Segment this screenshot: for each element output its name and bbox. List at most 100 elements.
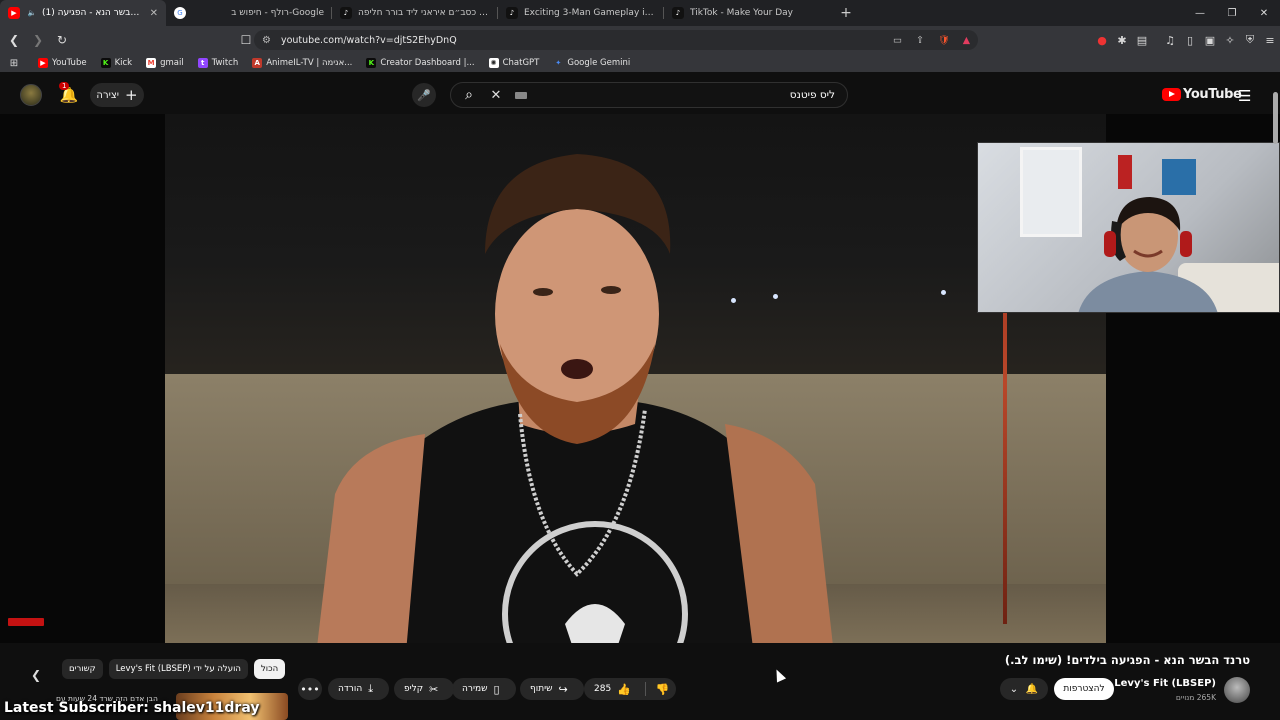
bookmark-label: AnimeIL-TV | אנימה... [266, 58, 353, 68]
share-icon[interactable]: ⇪ [916, 35, 924, 46]
back-icon[interactable]: ❮ [4, 30, 24, 50]
bookmark-label: Creator Dashboard |... [380, 58, 475, 68]
download-icon: ⤓ [368, 682, 374, 695]
chatgpt-icon: ✺ [488, 58, 499, 68]
close-window-icon[interactable]: ✕ [1248, 0, 1280, 26]
vpn-icon[interactable]: ⛨ [1240, 30, 1260, 50]
page-scrollbar[interactable] [1273, 92, 1278, 144]
save-label: שמירה [462, 684, 488, 694]
maximize-icon[interactable]: ❐ [1216, 0, 1248, 26]
search-icon[interactable]: ⌕ [451, 87, 487, 103]
search-box[interactable]: ⌕ ✕ ליס פיטנס [450, 82, 848, 108]
bookmark-creator-dashboard[interactable]: K Creator Dashboard |... [366, 58, 475, 68]
reader-icon[interactable]: ▤ [1132, 30, 1152, 50]
bookmark-gmail[interactable]: M gmail [146, 58, 184, 68]
youtube-icon: ▶ [38, 58, 48, 68]
bookmark-label: Kick [114, 58, 133, 68]
hamburger-menu-icon[interactable]: ☰ [1238, 87, 1251, 105]
bookmark-label: Google Gemini [567, 58, 631, 68]
bookmark-label: YouTube [52, 58, 87, 68]
tab-youtube[interactable]: ▶ 🔈 (1) טרנד הבשר הנא - הפגיעה ✕ [0, 0, 166, 26]
more-actions-icon[interactable]: ••• [298, 678, 322, 700]
bookmark-label: ChatGPT [502, 58, 540, 68]
gemini-icon: ✦ [555, 59, 562, 67]
scissors-icon: ✂ [429, 682, 439, 696]
download-button[interactable]: הורדה ⤓ [328, 678, 390, 700]
tiktok-icon: ♪ [672, 7, 684, 19]
toolbar-right: ● ✱ ▤ ♫ ▯ ▣ ✧ ⛨ ≡ [1092, 26, 1280, 54]
minimize-icon[interactable]: — [1184, 0, 1216, 26]
bookmark-icon[interactable]: ☐ [236, 30, 256, 50]
channel-name[interactable]: Levy's Fit (LBSEP) [1114, 678, 1216, 689]
youtube-logo[interactable]: YouTube [1162, 87, 1242, 102]
share-button[interactable]: שיתוף ↪ [520, 678, 584, 700]
keyboard-icon[interactable] [515, 91, 527, 99]
google-icon: G [174, 7, 186, 19]
recommendation-chips: קשורים Levy's Fit (LBSEP) הועלה על ידי ה… [56, 659, 286, 679]
bookmark-twitch[interactable]: t Twitch [197, 58, 238, 68]
extensions-icon[interactable]: ✱ [1112, 30, 1132, 50]
url-field[interactable]: ⚙ youtube.com/watch?v=djtS2EhyDnQ ▭ ⇪ 🛡 … [254, 30, 978, 50]
chip-uploaded-by[interactable]: Levy's Fit (LBSEP) הועלה על ידי [108, 659, 248, 679]
address-bar: ❮ ❯ ↻ ☐ ⚙ youtube.com/watch?v=djtS2EhyDn… [0, 26, 1280, 54]
notifications-bell-icon[interactable]: 🔔 1 [58, 82, 80, 106]
twitch-icon: t [197, 58, 208, 68]
tab-label: (1) טרנד הבשר הנא - הפגיעה [42, 8, 144, 18]
speaker-icon[interactable]: 🔈 [26, 7, 38, 19]
site-info-icon[interactable]: ⚙ [262, 35, 271, 46]
bookmark-label: gmail [160, 58, 184, 68]
bookmark-gemini[interactable]: ✦ Google Gemini [553, 58, 630, 68]
create-button[interactable]: יצירה + [90, 83, 144, 107]
channel-avatar[interactable] [1224, 677, 1250, 703]
bookmark-youtube[interactable]: ▶ YouTube [38, 58, 87, 68]
tab-tiktok-3[interactable]: ♪ TikTok - Make Your Day [664, 0, 830, 26]
tab-tiktok-1[interactable]: ♪ ירוס כסב״ם איראני ליד בורר חליפה | [332, 0, 498, 26]
brave-shield-icon[interactable]: 🛡 [938, 35, 950, 46]
close-icon[interactable]: ✕ [150, 8, 158, 19]
reload-icon[interactable]: ↻ [52, 30, 72, 50]
tiktok-icon: ♪ [506, 7, 518, 19]
chevron-left-icon[interactable]: ❮ [28, 667, 44, 683]
video-player[interactable] [0, 114, 1280, 643]
subscribe-watermark [8, 618, 44, 626]
video-title: טרנד הבשר הנא - הפגיעה בילדים! (שימו לב.… [1004, 653, 1250, 667]
bookmark-chatgpt[interactable]: ✺ ChatGPT [488, 58, 540, 68]
search-input[interactable]: ליס פיטנס [527, 89, 847, 101]
tab-tiktok-2[interactable]: ♪ Exciting 3-Man Gameplay in Marvel [498, 0, 664, 26]
url-text: youtube.com/watch?v=djtS2EhyDnQ [280, 34, 457, 46]
clip-button[interactable]: קליפ ✂ [394, 678, 455, 700]
menu-icon[interactable]: ≡ [1260, 30, 1280, 50]
notification-badge: 1 [59, 82, 70, 90]
save-button[interactable]: שמירה ▯ [452, 678, 516, 700]
dislike-button[interactable]: 👎 [646, 683, 680, 696]
youtube-header: 🔔 1 יצירה + 🎤 ⌕ ✕ ליס פיטנס YouTube ☰ [0, 76, 1280, 114]
subscriber-count: 265K מנויים [1175, 693, 1216, 702]
tab-label: ירוס כסב״ם איראני ליד בורר חליפה | [358, 8, 490, 18]
chip-related[interactable]: קשורים [62, 659, 103, 679]
create-label: יצירה [96, 89, 119, 101]
new-tab-icon[interactable]: + [834, 1, 858, 25]
bookmark-save-icon: ▯ [493, 682, 500, 696]
wallet-icon[interactable]: ▣ [1200, 30, 1220, 50]
account-avatar[interactable] [20, 84, 42, 106]
extension-record-icon[interactable]: ● [1092, 30, 1112, 50]
like-button[interactable]: 285 👍 [584, 682, 646, 696]
leo-icon[interactable]: ✧ [1220, 30, 1240, 50]
tab-google[interactable]: G רולף - חיפוש ב-Google [166, 0, 332, 26]
plus-icon: + [125, 86, 138, 104]
forward-icon[interactable]: ❯ [28, 30, 48, 50]
animeil-icon: A [252, 58, 263, 68]
apps-icon[interactable]: ⊞ [0, 58, 28, 69]
bookmark-animeil[interactable]: A AnimeIL-TV | אנימה... [252, 58, 352, 68]
chip-all[interactable]: הכול [253, 659, 286, 679]
clear-search-icon[interactable]: ✕ [487, 88, 505, 103]
media-icon[interactable]: ♫ [1160, 30, 1180, 50]
like-dislike-group: 285 👍 👎 [584, 678, 676, 700]
join-button[interactable]: להצטרפות [1054, 678, 1114, 700]
subscription-bell-button[interactable]: ⌄ 🔔 [1000, 678, 1048, 700]
voice-search-icon[interactable]: 🎤 [412, 83, 436, 107]
bookmark-kick[interactable]: K Kick [100, 58, 133, 68]
brave-rewards-icon[interactable]: ▲ [963, 35, 970, 46]
cast-icon[interactable]: ▭ [893, 35, 902, 46]
sidebar-icon[interactable]: ▯ [1180, 30, 1200, 50]
